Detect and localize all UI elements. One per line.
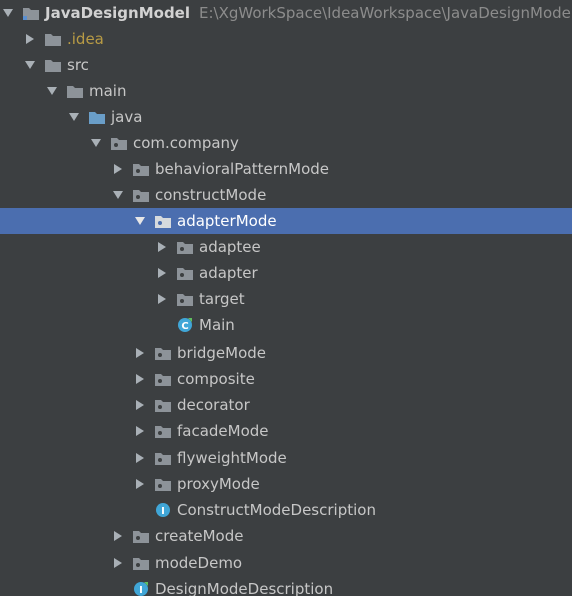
chevron-right-icon[interactable] — [154, 291, 170, 307]
tree-label: behavioralPatternMode — [155, 160, 330, 178]
tree-label: modeDemo — [155, 554, 243, 572]
chevron-right-icon[interactable] — [132, 345, 148, 361]
chevron-down-icon[interactable] — [110, 187, 126, 203]
interface-icon: I — [154, 502, 172, 518]
tree-row-facade[interactable]: facadeMode — [0, 418, 572, 444]
tree-label: Main — [199, 316, 235, 334]
package-icon — [110, 135, 128, 151]
tree-row-adapter[interactable]: adapter — [0, 260, 572, 286]
package-icon — [132, 555, 150, 571]
svg-text:I: I — [139, 585, 143, 596]
tree-label: DesignModeDescription — [155, 580, 334, 596]
package-icon — [176, 265, 194, 281]
interface-icon: I — [132, 581, 150, 596]
tree-row-create[interactable]: createMode — [0, 523, 572, 549]
tree-row-behavioral[interactable]: behavioralPatternMode — [0, 156, 572, 182]
package-icon — [176, 291, 194, 307]
tree-row-main[interactable]: main — [0, 78, 572, 104]
package-icon — [154, 213, 172, 229]
tree-label: constructMode — [155, 186, 267, 204]
class-icon: C — [176, 317, 194, 333]
tree-label: src — [67, 56, 89, 74]
tree-row-adaptee[interactable]: adaptee — [0, 234, 572, 260]
tree-row-bridge[interactable]: bridgeMode — [0, 340, 572, 366]
tree-label: target — [199, 290, 245, 308]
chevron-down-icon[interactable] — [132, 213, 148, 229]
tree-row-src[interactable]: src — [0, 52, 572, 78]
chevron-right-icon[interactable] — [132, 450, 148, 466]
tree-row-proxy[interactable]: proxyMode — [0, 471, 572, 497]
chevron-right-icon[interactable] — [154, 265, 170, 281]
chevron-down-icon[interactable] — [44, 83, 60, 99]
tree-row-flyweight[interactable]: flyweightMode — [0, 445, 572, 471]
tree-label: java — [111, 108, 143, 126]
package-icon — [132, 528, 150, 544]
package-icon — [154, 397, 172, 413]
tree-row-idea[interactable]: .idea — [0, 26, 572, 52]
chevron-right-icon[interactable] — [132, 371, 148, 387]
chevron-right-icon[interactable] — [110, 161, 126, 177]
project-path: E:\XgWorkSpace\IdeaWorkspace\JavaDesignM… — [199, 4, 571, 22]
folder-icon — [66, 83, 84, 99]
tree-label: adapterMode — [177, 212, 277, 230]
chevron-right-icon[interactable] — [132, 397, 148, 413]
package-icon — [176, 239, 194, 255]
tree-label: ConstructModeDescription — [177, 501, 376, 519]
chevron-right-icon[interactable] — [132, 476, 148, 492]
tree-row-main-class[interactable]: C Main — [0, 312, 572, 338]
tree-row-java[interactable]: java — [0, 104, 572, 130]
folder-icon — [44, 31, 62, 47]
tree-row-design-description[interactable]: I DesignModeDescription — [0, 576, 572, 596]
chevron-right-icon[interactable] — [132, 423, 148, 439]
chevron-right-icon[interactable] — [22, 31, 38, 47]
svg-text:I: I — [161, 506, 165, 517]
tree-row-mode-demo[interactable]: modeDemo — [0, 550, 572, 576]
tree-row-com-company[interactable]: com.company — [0, 130, 572, 156]
tree-label: main — [89, 82, 127, 100]
tree-label: composite — [177, 370, 255, 388]
tree-label: createMode — [155, 527, 244, 545]
tree-label: com.company — [133, 134, 239, 152]
project-folder-icon — [22, 5, 40, 21]
package-icon — [154, 371, 172, 387]
tree-label: .idea — [67, 30, 104, 48]
tree-label: adapter — [199, 264, 258, 282]
tree-row-project-root[interactable]: JavaDesignModel E:\XgWorkSpace\IdeaWorks… — [0, 0, 572, 26]
tree-label: proxyMode — [177, 475, 260, 493]
tree-row-adapter-mode[interactable]: adapterMode — [0, 208, 572, 234]
tree-label: facadeMode — [177, 422, 269, 440]
tree-row-composite[interactable]: composite — [0, 366, 572, 392]
tree-label: bridgeMode — [177, 344, 266, 362]
tree-label: flyweightMode — [177, 449, 287, 467]
tree-row-construct[interactable]: constructMode — [0, 182, 572, 208]
svg-text:C: C — [181, 321, 188, 332]
chevron-right-icon[interactable] — [110, 528, 126, 544]
folder-icon — [44, 57, 62, 73]
tree-label: adaptee — [199, 238, 261, 256]
tree-row-decorator[interactable]: decorator — [0, 392, 572, 418]
package-icon — [154, 423, 172, 439]
tree-row-construct-description[interactable]: I ConstructModeDescription — [0, 497, 572, 523]
project-name: JavaDesignModel — [45, 4, 190, 22]
source-folder-icon — [88, 109, 106, 125]
chevron-down-icon[interactable] — [22, 57, 38, 73]
chevron-down-icon[interactable] — [88, 135, 104, 151]
package-icon — [154, 345, 172, 361]
package-icon — [132, 187, 150, 203]
chevron-right-icon[interactable] — [154, 239, 170, 255]
package-icon — [154, 450, 172, 466]
tree-row-target[interactable]: target — [0, 286, 572, 312]
project-tree: JavaDesignModel E:\XgWorkSpace\IdeaWorks… — [0, 0, 572, 596]
tree-label: decorator — [177, 396, 250, 414]
chevron-down-icon[interactable] — [66, 109, 82, 125]
chevron-down-icon[interactable] — [0, 5, 16, 21]
package-icon — [154, 476, 172, 492]
package-icon — [132, 161, 150, 177]
chevron-right-icon[interactable] — [110, 555, 126, 571]
